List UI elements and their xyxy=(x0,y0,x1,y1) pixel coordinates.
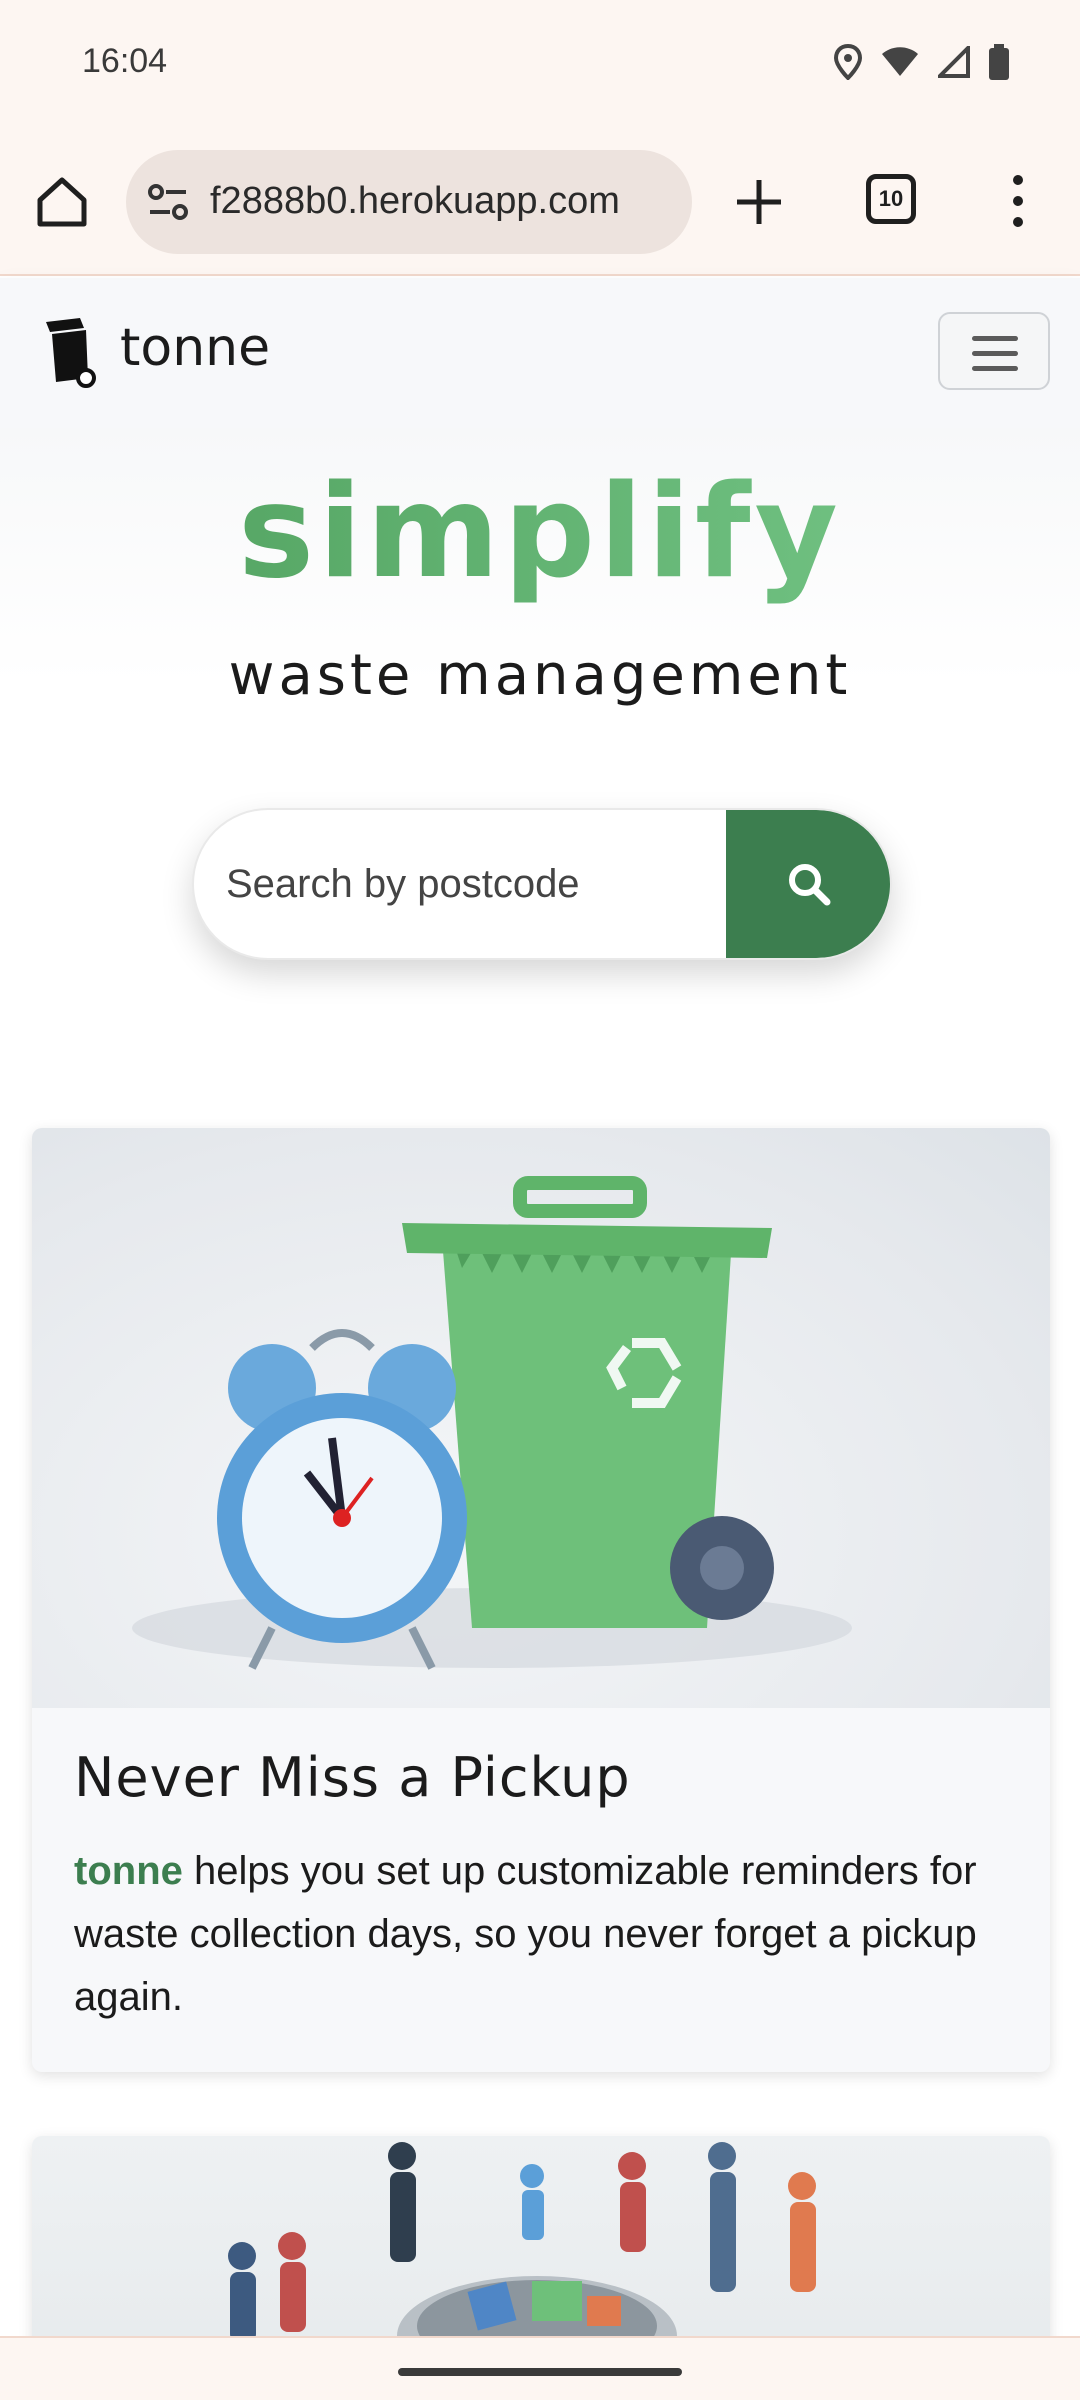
hamburger-line xyxy=(972,366,1018,371)
hero-title: simplify xyxy=(0,458,1080,607)
postcode-search-input[interactable] xyxy=(194,810,726,958)
search-button[interactable] xyxy=(726,810,890,958)
home-indicator[interactable] xyxy=(398,2368,682,2376)
status-icons xyxy=(834,44,1010,80)
tabs-icon[interactable]: 10 xyxy=(866,174,916,224)
search-icon xyxy=(789,864,831,906)
location-icon xyxy=(834,44,862,80)
status-time: 16:04 xyxy=(82,42,168,80)
site-navbar: tonne xyxy=(0,278,1080,428)
browser-toolbar: f2888b0.herokuapp.com 10 xyxy=(0,130,1080,276)
brand-name[interactable]: tonne xyxy=(120,318,270,378)
address-bar[interactable]: f2888b0.herokuapp.com xyxy=(126,150,692,254)
battery-icon xyxy=(989,44,1009,80)
hero-subtitle: waste management xyxy=(228,643,852,708)
card-text: tonne helps you set up customizable remi… xyxy=(74,1840,1018,2029)
postcode-search-form xyxy=(192,808,892,960)
more-menu-icon[interactable] xyxy=(1000,170,1036,232)
card-title: Never Miss a Pickup xyxy=(74,1746,631,1809)
site-settings-icon[interactable] xyxy=(146,180,190,224)
hero-section: simplify waste management xyxy=(0,428,1080,1068)
status-bar: 16:04 xyxy=(0,0,1080,130)
signal-icon xyxy=(938,46,970,78)
bin-logo-icon[interactable] xyxy=(42,316,102,388)
hamburger-line xyxy=(972,351,1018,356)
card-description: helps you set up customizable reminders … xyxy=(74,1849,977,2019)
gesture-nav-bar xyxy=(0,2336,1080,2400)
card-image xyxy=(32,1128,1050,1708)
hamburger-menu-icon xyxy=(972,336,1018,341)
nav-toggler-button[interactable] xyxy=(938,312,1050,390)
recycle-bin-clock-illustration xyxy=(132,1176,852,1670)
url-text[interactable]: f2888b0.herokuapp.com xyxy=(210,180,620,223)
home-icon[interactable] xyxy=(32,172,92,232)
card-brand-highlight: tonne xyxy=(74,1849,183,1893)
feature-card: Never Miss a Pickup tonne helps you set … xyxy=(32,1128,1050,2072)
new-tab-icon[interactable] xyxy=(734,172,784,232)
wifi-icon xyxy=(882,47,918,76)
